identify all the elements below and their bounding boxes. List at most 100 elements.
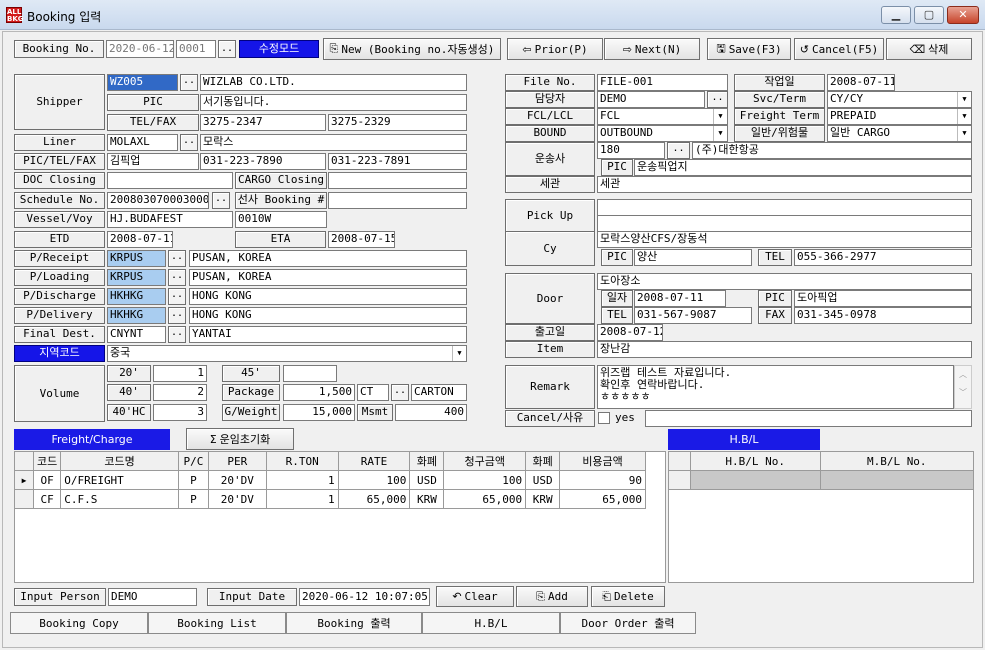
chevron-down-icon[interactable]: ▼ xyxy=(713,126,727,141)
table-cell[interactable]: P xyxy=(177,489,209,509)
pickup-field-2[interactable] xyxy=(597,215,972,232)
column-header[interactable]: R.TON xyxy=(265,451,339,471)
table-cell[interactable]: KRW xyxy=(409,489,445,509)
table-cell[interactable]: 20'DV xyxy=(207,489,267,509)
freight-charge-tab[interactable]: Freight/Charge xyxy=(14,429,170,450)
manager-lookup-button[interactable]: .. xyxy=(707,91,728,108)
table-cell[interactable]: 65,000 xyxy=(559,489,646,509)
package-unit-field[interactable]: CT xyxy=(357,384,389,401)
pickup-field-1[interactable] xyxy=(597,199,972,216)
liner-code-field[interactable]: MOLAXL xyxy=(107,134,178,151)
final-dest-code[interactable]: CNYNT xyxy=(107,326,166,343)
c40-field[interactable]: 2 xyxy=(153,384,207,401)
c40hc-field[interactable]: 3 xyxy=(153,404,207,421)
liner-lookup-button[interactable]: .. xyxy=(180,134,198,151)
port-discharge-name[interactable]: HONG KONG xyxy=(189,288,467,305)
shipper-code-field[interactable]: WZ005 xyxy=(107,74,178,91)
door-fax-field[interactable]: 031-345-0978 xyxy=(794,307,972,324)
column-header[interactable]: RATE xyxy=(337,451,411,471)
customs-field[interactable]: 세관 xyxy=(597,176,972,193)
booking-lookup-button[interactable]: .. xyxy=(218,40,236,58)
schedule-lookup-button[interactable]: .. xyxy=(212,192,230,209)
port-loading-name[interactable]: PUSAN, KOREA xyxy=(189,269,467,286)
port-loading-code[interactable]: KRPUS xyxy=(107,269,166,286)
msmt-field[interactable]: 400 xyxy=(395,404,467,421)
column-header[interactable]: 화폐 xyxy=(525,451,561,471)
table-cell[interactable]: 90 xyxy=(559,470,646,490)
table-cell[interactable]: O/FREIGHT xyxy=(60,470,179,490)
table-cell[interactable]: 1 xyxy=(265,470,339,490)
table-cell[interactable]: KRW xyxy=(525,489,561,509)
package-type-field[interactable]: CARTON xyxy=(411,384,467,401)
work-date-field[interactable]: 2008-07-11 xyxy=(827,74,895,91)
table-cell[interactable]: 65,000 xyxy=(337,489,411,509)
c20-field[interactable]: 1 xyxy=(153,365,207,382)
chevron-down-icon[interactable]: ▼ xyxy=(452,346,466,361)
table-cell[interactable]: 65,000 xyxy=(443,489,527,509)
svc-term-select[interactable]: CY/CY xyxy=(827,91,972,108)
door-tel-field[interactable]: 031-567-9087 xyxy=(634,307,752,324)
remark-textarea[interactable]: 위즈랩 테스트 자료입니다. 확인후 연락바랍니다. ㅎㅎㅎㅎㅎ xyxy=(597,365,954,409)
final-dest-name[interactable]: YANTAI xyxy=(189,326,467,343)
transporter-code-field[interactable]: 180 xyxy=(597,142,665,159)
column-header[interactable]: 코드명 xyxy=(60,451,179,471)
voyage-field[interactable]: 0010W xyxy=(235,211,327,228)
booking-copy-tab[interactable]: Booking Copy xyxy=(10,612,148,634)
cancel-reason-field[interactable] xyxy=(645,410,972,427)
bound-select[interactable]: OUTBOUND xyxy=(597,125,728,142)
table-cell[interactable]: 100 xyxy=(443,470,527,490)
gweight-field[interactable]: 15,000 xyxy=(283,404,355,421)
table-cell[interactable]: USD xyxy=(409,470,445,490)
cargo-type-select[interactable]: 일반 CARGO xyxy=(827,125,972,142)
schedule-no-field[interactable]: 2008030700030001 xyxy=(107,192,209,209)
table-row[interactable]: ▶ OF O/FREIGHT P 20'DV 1 100 USD 100 USD… xyxy=(14,470,646,490)
maximize-icon[interactable]: ▢ xyxy=(914,6,944,24)
table-cell[interactable] xyxy=(819,470,975,490)
eta-field[interactable]: 2008-07-15 xyxy=(328,231,395,248)
port-receipt-lookup[interactable]: .. xyxy=(168,250,186,267)
shipper-fax-field[interactable]: 3275-2329 xyxy=(328,114,467,131)
transporter-name-field[interactable]: (주)대한항공 xyxy=(692,142,972,159)
region-code-select[interactable]: 중국 xyxy=(107,345,467,362)
table-cell[interactable] xyxy=(689,470,821,490)
shipper-pic-field[interactable]: 서기동입니다. xyxy=(200,94,467,111)
add-row-button[interactable]: ⎘ Add xyxy=(516,586,588,607)
table-cell[interactable]: 1 xyxy=(265,489,339,509)
shipper-name-field[interactable]: WIZLAB CO.LTD. xyxy=(200,74,467,91)
cancel-yes-checkbox[interactable] xyxy=(598,412,610,424)
shipper-tel-field[interactable]: 3275-2347 xyxy=(200,114,326,131)
table-cell[interactable]: USD xyxy=(525,470,561,490)
etd-field[interactable]: 2008-07-11 xyxy=(107,231,173,248)
column-header[interactable]: 청구금액 xyxy=(443,451,527,471)
final-dest-lookup[interactable]: .. xyxy=(168,326,186,343)
table-row[interactable]: CF C.F.S P 20'DV 1 65,000 KRW 65,000 KRW… xyxy=(14,489,646,509)
table-cell[interactable]: OF xyxy=(32,470,62,490)
package-lookup-button[interactable]: .. xyxy=(391,384,409,401)
column-header[interactable]: 코드 xyxy=(32,451,62,471)
port-discharge-lookup[interactable]: .. xyxy=(168,288,186,305)
transporter-pic-field[interactable]: 운송픽업지 xyxy=(634,159,972,176)
transporter-lookup-button[interactable]: .. xyxy=(667,142,690,159)
delete-row-button[interactable]: ⎗ Delete xyxy=(591,586,665,607)
port-discharge-code[interactable]: HKHKG xyxy=(107,288,166,305)
c45-field[interactable] xyxy=(283,365,337,382)
table-cell[interactable]: C.F.S xyxy=(60,489,179,509)
remark-scrollbar[interactable]: ︿ ﹀ xyxy=(954,365,972,409)
doc-closing-field[interactable] xyxy=(107,172,233,189)
booking-date-field[interactable]: 2020-06-12 xyxy=(106,40,174,58)
booking-print-tab[interactable]: Booking 출력 xyxy=(286,612,422,634)
chevron-down-icon[interactable]: ▼ xyxy=(957,126,971,141)
column-header[interactable]: M.B/L No. xyxy=(819,451,975,471)
chevron-down-icon[interactable]: ▼ xyxy=(957,92,971,107)
cy-tel-field[interactable]: 055-366-2977 xyxy=(794,249,972,266)
door-pic-field[interactable]: 도아픽업 xyxy=(794,290,972,307)
port-receipt-code[interactable]: KRPUS xyxy=(107,250,166,267)
delete-button[interactable]: ⌫ 삭제 xyxy=(886,38,972,60)
init-freight-button[interactable]: Σ 운임초기화 xyxy=(186,428,294,450)
cy-field[interactable]: 모락스양산CFS/장동석 xyxy=(597,231,972,248)
fcl-lcl-select[interactable]: FCL xyxy=(597,108,728,125)
table-cell[interactable]: 20'DV xyxy=(207,470,267,490)
hbl-tab-button[interactable]: H.B/L xyxy=(422,612,560,634)
hbl-tab[interactable]: H.B/L xyxy=(668,429,820,450)
column-header[interactable]: 비용금액 xyxy=(559,451,646,471)
